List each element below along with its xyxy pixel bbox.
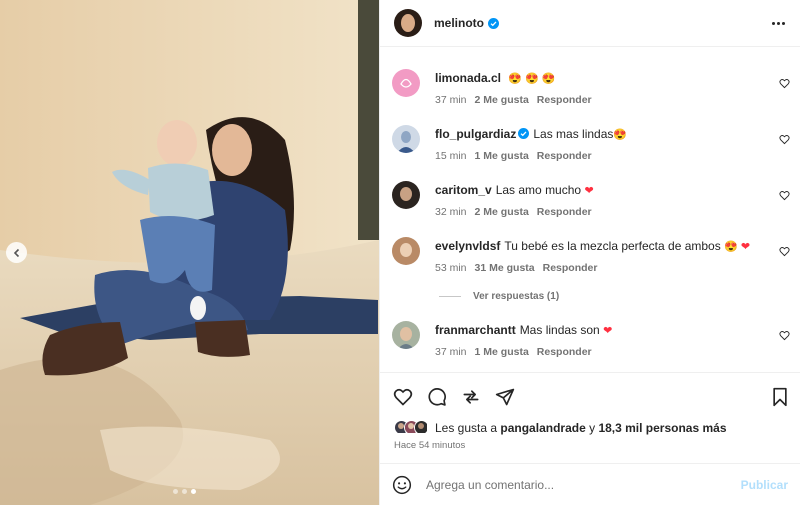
- likes-conjunction: y: [589, 420, 596, 435]
- post-timestamp[interactable]: Hace 54 minutos: [394, 440, 465, 451]
- comment-username[interactable]: franmarchantt: [435, 323, 516, 337]
- author-username[interactable]: melinoto: [434, 16, 484, 30]
- comment-emojis: ❤: [584, 185, 594, 197]
- heart-icon[interactable]: [779, 246, 790, 257]
- comment-emojis: ❤: [603, 325, 613, 337]
- action-bar: [380, 372, 800, 418]
- liker-username[interactable]: pangalandrade: [500, 421, 585, 435]
- commenter-avatar[interactable]: [392, 181, 420, 209]
- comment-likes[interactable]: 2 Me gusta: [475, 206, 529, 218]
- commenter-avatar[interactable]: [392, 69, 420, 97]
- comment-composer: Publicar: [380, 463, 800, 505]
- comment-likes[interactable]: 1 Me gusta: [475, 346, 529, 358]
- reply-button[interactable]: Responder: [537, 206, 592, 218]
- comment-username[interactable]: evelynvldsf: [435, 239, 500, 253]
- comment-emojis: 😍 ❤: [724, 241, 751, 253]
- bookmark-icon[interactable]: [770, 387, 790, 407]
- comment-emojis: 😍: [613, 129, 628, 141]
- more-options-button[interactable]: [772, 21, 786, 25]
- comment-likes[interactable]: 2 Me gusta: [475, 94, 529, 106]
- comment-username[interactable]: flo_pulgardiaz: [435, 127, 516, 141]
- comment-text: Las amo mucho: [495, 183, 582, 197]
- author-avatar[interactable]: [394, 9, 422, 37]
- carousel-dot-active: [191, 489, 196, 494]
- comment-username[interactable]: limonada.cl: [435, 71, 501, 85]
- carousel-prev-button[interactable]: [6, 242, 27, 263]
- comment-time[interactable]: 37 min: [435, 94, 467, 106]
- verified-icon: [518, 128, 530, 139]
- reply-button[interactable]: Responder: [537, 150, 592, 162]
- comment-time[interactable]: 53 min: [435, 262, 467, 274]
- commenter-avatar[interactable]: [392, 125, 420, 153]
- comment-input[interactable]: [426, 477, 726, 492]
- carousel-dot: [182, 489, 187, 494]
- likes-prefix: Les gusta a: [435, 420, 498, 435]
- likes-count[interactable]: 18,3 mil personas más: [598, 421, 726, 435]
- comment-emojis: 😍 😍 😍: [508, 73, 556, 85]
- liker-avatar: [414, 420, 429, 435]
- reply-button[interactable]: Responder: [543, 262, 598, 274]
- chevron-left-icon: [13, 248, 19, 257]
- post-side-panel: melinoto limonada.cl 😍 😍 😍 37 min 2 Me gu…: [379, 0, 800, 505]
- commenter-avatar[interactable]: [392, 321, 420, 349]
- send-icon[interactable]: [495, 387, 515, 407]
- heart-icon[interactable]: [779, 78, 790, 89]
- likes-summary: Les gusta a pangalandrade y 18,3 mil per…: [394, 420, 727, 435]
- likers-avatars[interactable]: [394, 420, 429, 435]
- carousel-dot: [173, 489, 178, 494]
- comment-text: Mas lindas son: [519, 323, 600, 337]
- publish-button[interactable]: Publicar: [741, 478, 788, 492]
- comment-text: Las mas lindas: [533, 127, 614, 141]
- reply-button[interactable]: Responder: [537, 346, 592, 358]
- view-replies-label: Ver respuestas (1): [473, 291, 560, 302]
- comment-likes[interactable]: 1 Me gusta: [475, 150, 529, 162]
- share-icon[interactable]: [461, 387, 481, 407]
- comment-username[interactable]: caritom_v: [435, 183, 492, 197]
- carousel-indicator: [173, 489, 196, 494]
- verified-icon: [488, 17, 499, 29]
- heart-icon[interactable]: [779, 190, 790, 201]
- comment-likes[interactable]: 31 Me gusta: [475, 262, 535, 274]
- comment-time[interactable]: 32 min: [435, 206, 467, 218]
- comment-time[interactable]: 15 min: [435, 150, 467, 162]
- emoji-icon[interactable]: [392, 475, 412, 495]
- photo-scene: [0, 0, 379, 505]
- view-replies-button[interactable]: Ver respuestas (1): [439, 291, 559, 302]
- reply-button[interactable]: Responder: [537, 94, 592, 106]
- heart-icon[interactable]: [779, 134, 790, 145]
- post-photo[interactable]: [0, 0, 379, 505]
- heart-icon[interactable]: [393, 387, 413, 407]
- heart-icon[interactable]: [779, 330, 790, 341]
- more-icon: [772, 21, 775, 25]
- comment-time[interactable]: 37 min: [435, 346, 467, 358]
- post-header: melinoto: [380, 0, 800, 47]
- comment-text: Tu bebé es la mezcla perfecta de ambos: [504, 239, 721, 253]
- comment-icon[interactable]: [427, 387, 447, 407]
- commenter-avatar[interactable]: [392, 237, 420, 265]
